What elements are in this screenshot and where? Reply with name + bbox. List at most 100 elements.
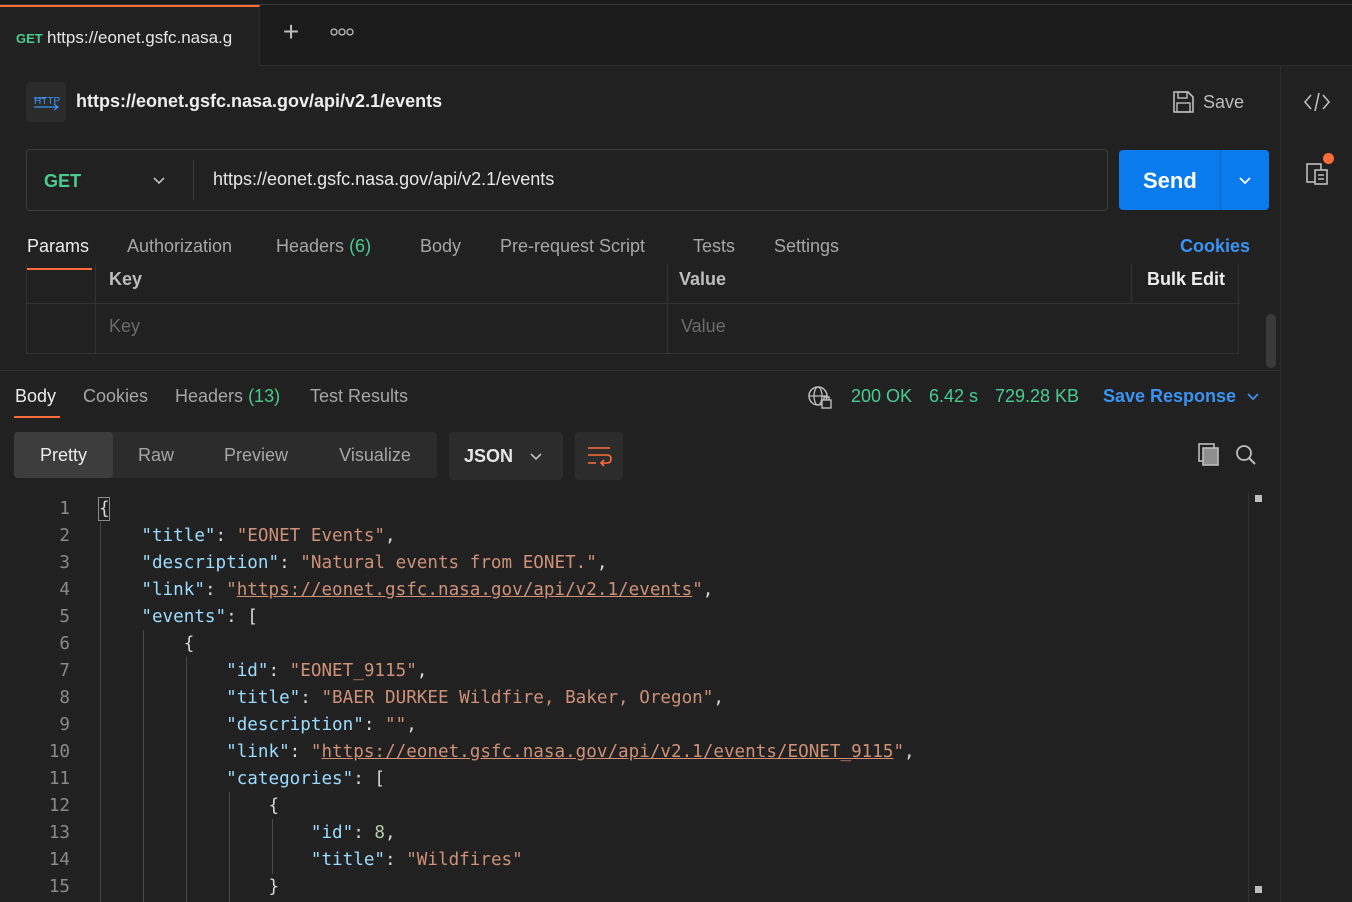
key-header: Key xyxy=(109,269,143,289)
save-response-button[interactable]: Save Response xyxy=(1103,386,1236,407)
line-number: 5 xyxy=(59,607,70,627)
chevron-down-icon[interactable] xyxy=(1245,388,1261,404)
response-size[interactable]: 729.28 KB xyxy=(995,386,1079,407)
code-line: { xyxy=(99,796,280,816)
tab-bar: GET https://eonet.gsfc.nasa.g + xyxy=(0,0,1352,66)
code-line: "description": "Natural events from EONE… xyxy=(141,553,608,573)
col-divider xyxy=(667,264,668,354)
method-select[interactable]: GET xyxy=(44,171,81,192)
code-line: } xyxy=(99,877,280,897)
globe-icon xyxy=(808,386,832,409)
view-visualize[interactable]: Visualize xyxy=(313,432,437,478)
request-title[interactable]: https://eonet.gsfc.nasa.gov/api/v2.1/eve… xyxy=(76,91,442,112)
line-number: 6 xyxy=(59,634,70,654)
code-line: "link": "https://eonet.gsfc.nasa.gov/api… xyxy=(226,742,915,762)
code-snippet-button[interactable] xyxy=(1302,88,1332,116)
bulk-edit-button[interactable]: Bulk Edit xyxy=(1147,269,1225,290)
tab-headers-label: Headers xyxy=(276,236,345,256)
copy-icon xyxy=(1198,443,1219,466)
tab-params[interactable]: Params xyxy=(27,236,89,257)
line-number: 2 xyxy=(59,526,70,546)
chevron-down-icon[interactable] xyxy=(1237,172,1253,188)
request-scrollbar[interactable] xyxy=(1266,314,1276,368)
code-line: { xyxy=(99,499,110,519)
format-select[interactable]: JSON xyxy=(449,432,563,480)
param-value-input[interactable]: Value xyxy=(681,316,726,337)
send-label: Send xyxy=(1143,168,1197,193)
code-line: "categories": [ xyxy=(226,769,385,789)
line-number: 9 xyxy=(59,715,70,735)
tab-method: GET xyxy=(16,31,43,46)
line-number: 8 xyxy=(59,688,70,708)
value-header: Value xyxy=(679,269,727,289)
response-time[interactable]: 6.42 s xyxy=(929,386,978,407)
chevron-down-icon xyxy=(530,453,542,461)
tab-headers[interactable]: Headers (6) xyxy=(276,236,371,257)
format-label: JSON xyxy=(464,446,514,466)
pane-divider[interactable] xyxy=(0,370,1280,371)
tab-tests[interactable]: Tests xyxy=(693,236,735,257)
search-button[interactable] xyxy=(1233,442,1259,468)
line-number: 11 xyxy=(48,769,70,789)
headers-count: (6) xyxy=(349,236,372,256)
scrollbar-marker xyxy=(1255,495,1262,502)
code-line: { xyxy=(99,634,195,654)
line-number: 4 xyxy=(59,580,70,600)
line-number: 1 xyxy=(59,499,70,519)
send-button[interactable]: Send xyxy=(1119,150,1269,210)
line-number: 14 xyxy=(48,850,70,870)
save-icon xyxy=(1173,91,1194,113)
editor-scrollbar[interactable] xyxy=(1248,492,1249,902)
line-number: 10 xyxy=(48,742,70,762)
row-divider xyxy=(27,303,1240,304)
line-number: 3 xyxy=(59,553,70,573)
notification-dot xyxy=(1323,153,1334,164)
param-key-input[interactable]: Key xyxy=(109,316,140,337)
response-tab-test-results[interactable]: Test Results xyxy=(310,386,408,407)
view-raw[interactable]: Raw xyxy=(113,432,199,478)
col-divider xyxy=(95,264,96,354)
col-divider xyxy=(1131,264,1132,304)
view-preview[interactable]: Preview xyxy=(199,432,313,478)
request-tab[interactable]: GET https://eonet.gsfc.nasa.g xyxy=(0,5,260,66)
active-tab-indicator xyxy=(14,416,60,418)
code-line: "id": 8, xyxy=(310,823,396,843)
network-info-button[interactable] xyxy=(806,383,834,411)
response-headers-count: (13) xyxy=(248,386,281,406)
tab-body[interactable]: Body xyxy=(420,236,461,257)
line-number: 13 xyxy=(48,823,70,843)
line-number: 7 xyxy=(59,661,70,681)
http-icon: HTTP xyxy=(34,96,60,111)
new-tab-button[interactable]: + xyxy=(278,18,304,46)
code-line: "description": "", xyxy=(226,715,417,735)
search-icon xyxy=(1236,445,1256,465)
more-tabs-button[interactable] xyxy=(330,24,360,44)
response-tab-cookies[interactable]: Cookies xyxy=(83,386,148,407)
response-body-editor[interactable]: 1 {2 "title": "EONET Events", 3 "descripti… xyxy=(0,492,1250,902)
chevron-down-icon[interactable] xyxy=(151,172,167,188)
copy-button[interactable] xyxy=(1196,441,1222,467)
line-number: 15 xyxy=(48,877,70,897)
code-line: "id": "EONET_9115", xyxy=(226,661,428,681)
save-button[interactable]: Save xyxy=(1166,86,1256,118)
params-table: Key Value Bulk Edit Key Value xyxy=(26,264,1240,354)
more-icon xyxy=(330,28,354,36)
code-line: "title": "BAER DURKEE Wildfire, Baker, O… xyxy=(226,688,724,708)
view-pretty[interactable]: Pretty xyxy=(14,432,113,478)
tab-authorization[interactable]: Authorization xyxy=(127,236,232,257)
url-input[interactable]: https://eonet.gsfc.nasa.gov/api/v2.1/eve… xyxy=(213,169,554,190)
code-line: "title": "EONET Events", xyxy=(141,526,396,546)
wrap-lines-button[interactable] xyxy=(575,432,623,480)
view-mode-group: Pretty Raw Preview Visualize xyxy=(14,432,437,478)
cookies-link[interactable]: Cookies xyxy=(1180,236,1250,257)
tab-url: https://eonet.gsfc.nasa.g xyxy=(47,28,233,47)
tab-prerequest-script[interactable]: Pre-request Script xyxy=(500,236,645,257)
status-code[interactable]: 200 OK xyxy=(851,386,912,407)
response-tab-body[interactable]: Body xyxy=(15,386,56,407)
tab-settings[interactable]: Settings xyxy=(774,236,839,257)
code-icon xyxy=(1303,92,1331,112)
right-sidebar xyxy=(1280,66,1352,902)
code-line: "title": "Wildfires" xyxy=(310,850,523,870)
save-label: Save xyxy=(1203,92,1245,112)
response-tab-headers[interactable]: Headers (13) xyxy=(175,386,280,407)
